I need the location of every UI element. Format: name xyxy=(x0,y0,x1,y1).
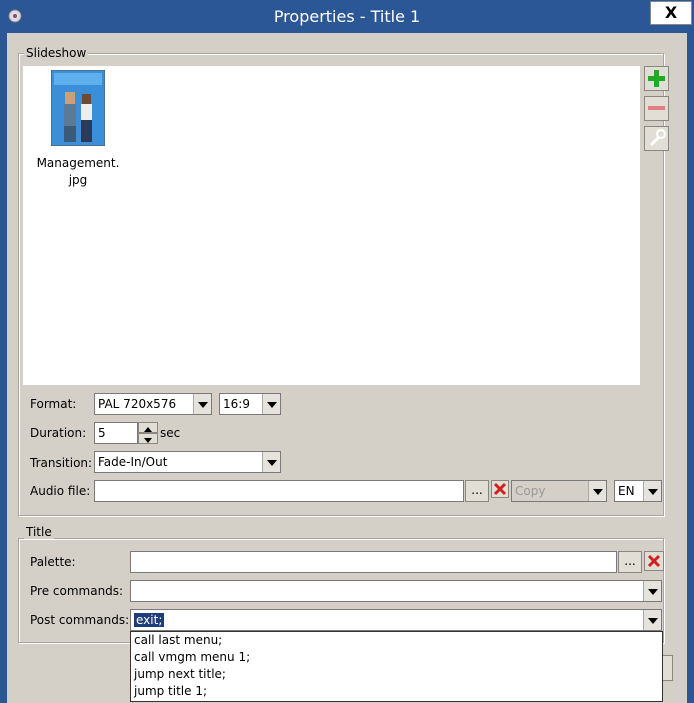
palette-input[interactable] xyxy=(130,551,617,573)
audio-file-label: Audio file: xyxy=(30,484,91,498)
chevron-down-icon[interactable] xyxy=(262,394,280,414)
duration-label: Duration: xyxy=(30,426,87,440)
transition-value: Fade-In/Out xyxy=(98,455,168,469)
post-commands-value: exit; xyxy=(134,613,165,627)
pre-commands-select[interactable] xyxy=(130,580,662,602)
aspect-select[interactable]: 16:9 xyxy=(219,393,281,415)
language-value: EN xyxy=(618,484,635,498)
chevron-down-icon[interactable] xyxy=(588,481,606,501)
post-commands-label: Post commands: xyxy=(30,613,130,627)
slide-filename-line1: Management. xyxy=(36,156,120,170)
copy-select[interactable]: Copy xyxy=(511,480,607,502)
duration-input[interactable]: 5 xyxy=(94,422,138,444)
dropdown-option[interactable]: call vmgm menu 1; xyxy=(131,649,662,666)
chevron-down-icon[interactable] xyxy=(262,452,280,472)
pre-commands-label: Pre commands: xyxy=(30,584,124,598)
chevron-down-icon[interactable] xyxy=(643,610,661,630)
copy-value: Copy xyxy=(515,484,546,498)
red-x-icon xyxy=(493,482,507,496)
title-legend: Title xyxy=(24,525,54,539)
chevron-down-icon[interactable] xyxy=(643,581,661,601)
title-bar: Properties - Title 1 X xyxy=(0,0,694,33)
transition-select[interactable]: Fade-In/Out xyxy=(94,451,281,473)
format-label: Format: xyxy=(30,397,77,411)
post-commands-dropdown-list[interactable]: call last menu; call vmgm menu 1; jump n… xyxy=(130,631,663,702)
audio-language-select[interactable]: EN xyxy=(614,480,662,502)
slide-list[interactable]: Management. jpg xyxy=(23,66,640,385)
slideshow-legend: Slideshow xyxy=(24,46,89,60)
dropdown-option[interactable]: jump title 1; xyxy=(131,683,662,700)
dropdown-option[interactable]: jump next title; xyxy=(131,666,662,683)
close-button[interactable]: X xyxy=(650,1,692,25)
post-commands-select[interactable]: exit; xyxy=(130,609,662,631)
chevron-down-icon[interactable] xyxy=(193,394,211,414)
slide-filename-line2: jpg xyxy=(68,173,88,187)
transition-label: Transition: xyxy=(30,456,93,470)
audio-browse-button[interactable]: ... xyxy=(465,480,489,502)
properties-window: Properties - Title 1 X Slideshow Managem… xyxy=(0,0,694,703)
audio-file-input[interactable] xyxy=(94,480,464,502)
add-slide-button[interactable] xyxy=(644,66,669,91)
palette-clear-button[interactable] xyxy=(644,551,664,571)
duration-unit: sec xyxy=(160,426,181,440)
remove-slide-button[interactable] xyxy=(644,96,669,121)
chevron-down-icon[interactable] xyxy=(643,481,661,501)
window-title: Properties - Title 1 xyxy=(273,7,421,26)
minus-icon xyxy=(648,106,665,110)
audio-clear-button[interactable] xyxy=(491,480,509,498)
dropdown-option[interactable]: call last menu; xyxy=(131,632,662,649)
palette-label: Palette: xyxy=(30,555,76,569)
dialog-client: Slideshow Management. jpg Format: PAL 72… xyxy=(7,33,687,703)
slide-properties-button[interactable] xyxy=(644,126,669,151)
format-select[interactable]: PAL 720x576 xyxy=(94,393,212,415)
slide-filename: Management. jpg xyxy=(33,155,123,189)
red-x-icon xyxy=(647,554,661,568)
duration-up-button[interactable] xyxy=(138,422,158,433)
slide-thumbnail xyxy=(51,70,105,146)
spin-down-icon xyxy=(144,438,152,443)
duration-down-button[interactable] xyxy=(138,433,158,444)
plus-icon xyxy=(648,70,665,87)
wrench-icon xyxy=(649,129,666,147)
format-value: PAL 720x576 xyxy=(98,397,177,411)
palette-browse-button[interactable]: ... xyxy=(618,551,642,573)
aspect-value: 16:9 xyxy=(223,397,250,411)
